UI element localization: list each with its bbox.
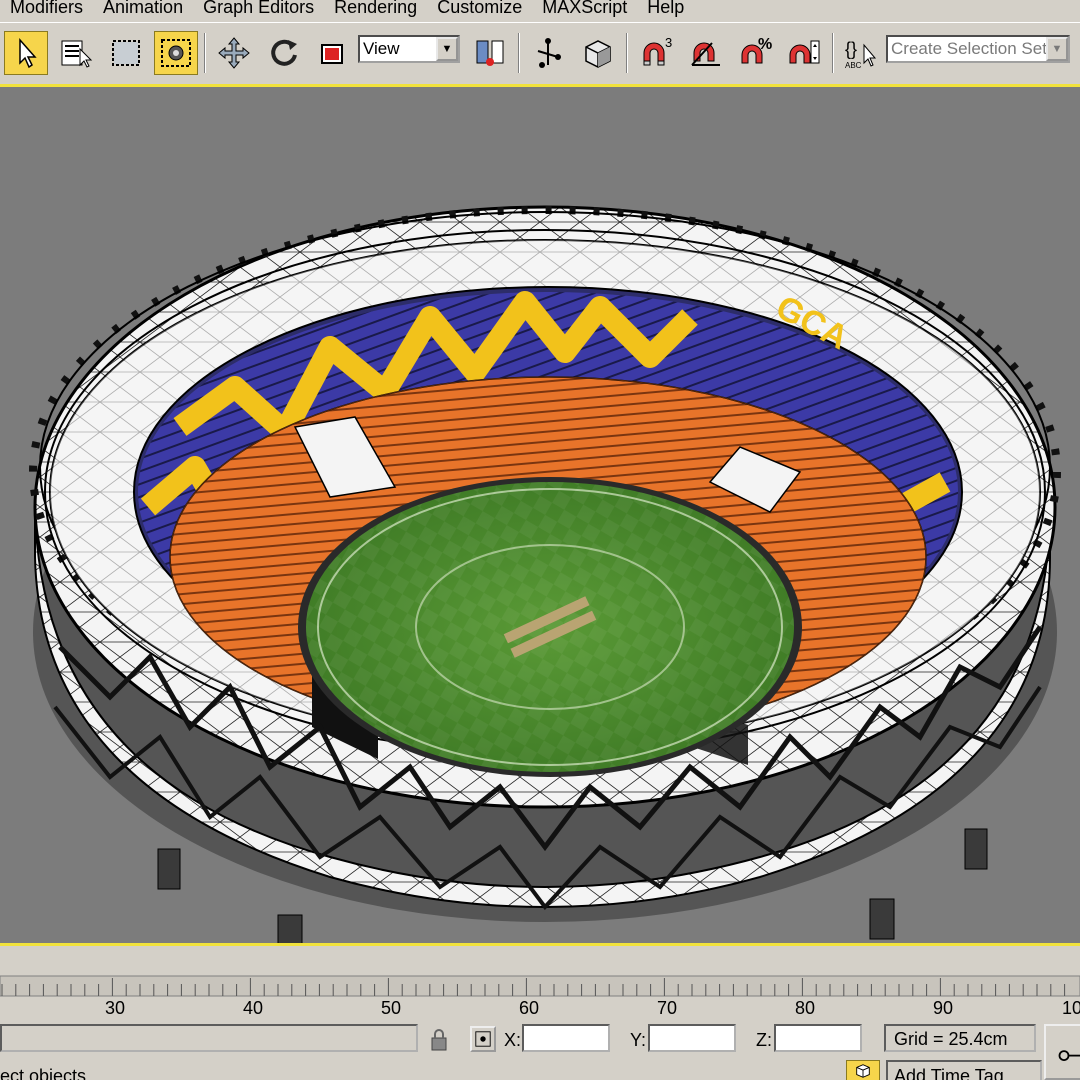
select-object-button[interactable] [4,31,48,75]
y-coordinate-field[interactable] [648,1024,736,1052]
toolbar-separator [626,33,628,73]
reference-coord-dropdown[interactable]: View ▼ [358,35,460,63]
angle-snap-button[interactable] [684,31,728,75]
edit-named-selection-button[interactable]: {} ABC [838,31,882,75]
toolbar-separator [204,33,206,73]
timeline-tick-label: 70 [657,998,677,1018]
magnet-icon: 3 [643,35,672,66]
timeline-tick-label: 60 [519,998,539,1018]
x-label: X: [504,1030,522,1050]
snaps-toggle-button[interactable]: 3 [634,31,678,75]
z-coordinate-field[interactable] [774,1024,862,1052]
percent-snap-icon: % [741,36,772,64]
select-manipulate-button[interactable] [526,31,570,75]
rect-region-icon [112,40,140,66]
menu-customize[interactable]: Customize [427,0,532,17]
window-crossing-icon [161,39,191,67]
grid-size-field: Grid = 25.4cm [884,1024,1036,1052]
menu-modifiers[interactable]: Modifiers [0,0,93,17]
chevron-down-icon: ▼ [1046,37,1068,61]
timeline-ruler: 30 40 50 60 70 80 90 10 [0,975,1080,1018]
window-crossing-button[interactable] [154,31,198,75]
spinner-snap-button[interactable] [782,31,826,75]
abc-label: ABC [845,61,862,70]
toolbar-separator [518,33,520,73]
rotate-icon [271,39,297,66]
scale-icon [321,44,343,64]
chevron-down-icon: ▼ [436,37,458,61]
add-time-tag-label: Add Time Tag [894,1066,1004,1080]
timeline-tick-label: 80 [795,998,815,1018]
move-button[interactable] [212,31,256,75]
pivot-center-button[interactable] [468,31,512,75]
transform-mode-icon [475,1031,491,1047]
scale-button[interactable] [310,31,354,75]
cursor-arrow-icon [19,38,37,69]
main-toolbar: View ▼ 3 % {} ABC Create Selection Set ▼ [0,22,1080,82]
snap-mode-label: 3 [665,35,672,50]
menu-maxscript[interactable]: MAXScript [532,0,637,17]
menu-rendering[interactable]: Rendering [324,0,427,17]
z-label: Z: [756,1030,772,1050]
lock-icon[interactable] [428,1028,450,1052]
time-slider-track[interactable]: 30 40 50 60 70 80 90 10 [0,970,1080,1020]
rectangular-selection-button[interactable] [104,31,148,75]
menu-help[interactable]: Help [637,0,694,17]
pivot-icon [476,40,504,66]
y-label: Y: [630,1030,647,1050]
stadium-model: GCA [29,205,1061,943]
percent-label: % [758,36,772,53]
select-by-name-button[interactable] [54,31,98,75]
list-select-icon [61,40,93,68]
named-selection-icon: {} ABC [845,39,877,70]
key-mode-panel[interactable] [1044,1024,1080,1080]
selection-set-dropdown[interactable]: Create Selection Set ▼ [886,35,1070,63]
percent-snap-button[interactable]: % [734,31,778,75]
perspective-viewport[interactable]: GCA [0,84,1080,946]
timeline-tick-label: 90 [933,998,953,1018]
key-icon [1058,1050,1080,1061]
absolute-mode-toggle[interactable] [470,1026,496,1052]
menu-graph-editors[interactable]: Graph Editors [193,0,324,17]
status-bar: ect objects X: Y: Z: Grid = 25.4cm Add T… [0,1020,1080,1080]
spinner-snap-icon [789,40,820,64]
field-pattern [306,482,794,772]
svg-text:{}: {} [845,39,857,59]
timeline-tick-label: 50 [381,998,401,1018]
move-icon [218,37,250,69]
timeline-tick-label: 40 [243,998,263,1018]
prompt-line: ect objects [0,1066,87,1080]
maxscript-listener-field[interactable] [0,1024,418,1052]
keyboard-shortcut-button[interactable] [576,31,620,75]
rotate-button[interactable] [262,31,306,75]
angle-snap-icon [691,42,720,66]
timeline-tick-label: 10 [1062,998,1080,1018]
x-coordinate-field[interactable] [522,1024,610,1052]
toolbar-separator [832,33,834,73]
timeline-tick-label: 30 [105,998,125,1018]
menu-bar: Modifiers Animation Graph Editors Render… [0,0,1080,20]
grid-size-text: Grid = 25.4cm [894,1029,1008,1049]
menu-animation[interactable]: Animation [93,0,193,17]
cube-icon [856,1064,870,1078]
reference-coord-value: View [363,39,400,58]
manipulate-icon [537,38,561,68]
time-tag-button[interactable] [846,1060,880,1080]
selection-set-placeholder: Create Selection Set [891,39,1047,58]
cube-icon [585,40,611,68]
add-time-tag-field[interactable]: Add Time Tag [886,1060,1042,1080]
